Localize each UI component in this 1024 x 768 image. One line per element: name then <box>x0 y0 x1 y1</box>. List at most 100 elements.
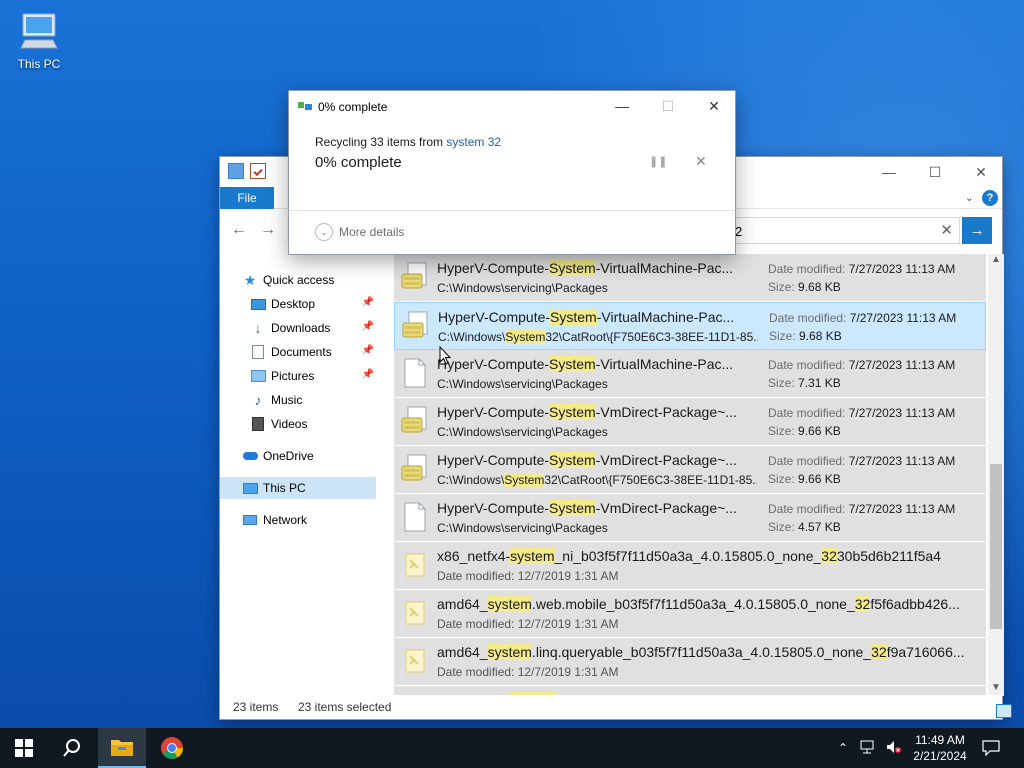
search-box[interactable]: ✕ <box>730 217 960 244</box>
meta-key: Size: <box>768 424 799 438</box>
pin-icon[interactable]: 📌 <box>362 369 374 380</box>
action-center-button[interactable] <box>968 728 1014 768</box>
result-row[interactable]: amd64_system.linq.queryable_b03f5f7f11d5… <box>394 638 986 686</box>
start-button[interactable] <box>0 728 48 768</box>
search-match-highlight: System <box>549 404 596 420</box>
result-row[interactable]: HyperV-Compute-System-VmDirect-Package~.… <box>394 398 986 446</box>
result-row[interactable]: HyperV-Compute-System-VmDirect-Package~.… <box>394 446 986 494</box>
pause-icon[interactable]: ❚❚ <box>649 155 667 168</box>
nav-this-pc[interactable]: This PC <box>220 477 376 499</box>
file-name: HyperV-Compute-System-VirtualMachine-Pac… <box>437 260 757 276</box>
file-size: Size: 9.68 KB <box>768 280 841 294</box>
nav-documents[interactable]: Documents 📌 <box>250 341 376 363</box>
scroll-thumb[interactable] <box>990 464 1002 629</box>
result-row[interactable]: HyperV-Compute-System-VmDirect-Package~.… <box>394 494 986 542</box>
dialog-title: 0% complete <box>318 100 388 114</box>
pin-icon[interactable]: 📌 <box>362 297 374 308</box>
search-go-button[interactable]: → <box>962 217 992 244</box>
large-icons-view-icon[interactable] <box>996 704 1012 718</box>
nav-downloads[interactable]: ↓ Downloads 📌 <box>250 317 376 339</box>
result-row[interactable]: amd64_system.web.mobile_b03f5f7f11d50a3a… <box>394 590 986 638</box>
nav-label: Documents <box>271 345 332 359</box>
meta-key: Size: <box>768 280 799 294</box>
search-button[interactable] <box>48 728 96 768</box>
arrow-right-icon: → <box>969 222 985 239</box>
result-row[interactable]: x86_netfx4-system_ni_b03f5f7f11d50a3a_4.… <box>394 542 986 590</box>
source-folder-link[interactable]: system 32 <box>446 135 501 149</box>
maximize-button[interactable]: ☐ <box>912 157 958 187</box>
nav-onedrive[interactable]: OneDrive <box>242 445 398 467</box>
close-icon[interactable]: ✕ <box>940 221 953 239</box>
file-tab[interactable]: File <box>220 187 274 209</box>
text-segment: f9a716066... <box>886 644 965 660</box>
system-tray: ⌃ <box>838 728 902 768</box>
taskbar-chrome[interactable] <box>148 728 196 768</box>
minimize-button[interactable]: — <box>599 91 645 121</box>
network-icon[interactable] <box>860 740 876 757</box>
text-segment: -VmDirect-Package~... <box>595 452 737 468</box>
more-details-button[interactable]: ⌄ More details <box>315 223 404 241</box>
chevron-down-icon[interactable]: ⌄ <box>965 191 974 204</box>
cancel-icon[interactable]: ✕ <box>695 153 707 170</box>
text-segment: HyperV-Compute- <box>437 356 550 372</box>
taskbar-file-explorer[interactable] <box>98 728 146 768</box>
folder-icon[interactable] <box>228 163 244 179</box>
search-input[interactable] <box>735 222 935 240</box>
back-arrow-icon[interactable]: ← <box>229 220 249 240</box>
meta-key: Date modified: <box>769 311 850 325</box>
meta-key: Size: <box>769 329 800 343</box>
close-button[interactable]: ✕ <box>958 157 1004 187</box>
file-name: HyperV-Compute-System-VirtualMachine-Pac… <box>437 356 757 372</box>
nav-pictures[interactable]: Pictures 📌 <box>250 365 376 387</box>
nav-videos[interactable]: Videos <box>250 413 376 435</box>
result-row[interactable]: HyperV-Compute-System-VirtualMachine-Pac… <box>394 302 986 350</box>
progress-percent-text: 0% complete <box>315 154 402 171</box>
pin-icon[interactable]: 📌 <box>362 345 374 356</box>
result-row[interactable]: HyperV-Compute-System-VirtualMachine-Pac… <box>394 350 986 398</box>
file-name: HyperV-Compute-System-VirtualMachine-Pac… <box>438 309 758 325</box>
scroll-down-icon[interactable]: ▼ <box>988 682 1004 696</box>
document-icon <box>400 358 428 388</box>
meta-value: 7.31 KB <box>798 376 841 390</box>
meta-value: 7/27/2023 11:13 AM <box>848 262 956 276</box>
minimize-button[interactable]: — <box>866 157 912 187</box>
cloud-icon <box>242 448 258 464</box>
music-icon: ♪ <box>254 392 262 408</box>
properties-icon[interactable] <box>250 163 266 179</box>
meta-value: 7/27/2023 11:13 AM <box>848 454 956 468</box>
nav-music[interactable]: ♪ Music <box>250 389 376 411</box>
selected-count: 23 items selected <box>298 700 392 714</box>
chevron-down-icon: ⌄ <box>315 223 333 241</box>
date-modified: Date modified: 12/7/2019 1:31 AM <box>437 569 619 583</box>
date-modified: Date modified: 7/27/2023 11:13 AM <box>768 502 955 516</box>
nav-quick-access[interactable]: ★ Quick access <box>242 269 398 291</box>
chrome-icon <box>161 737 183 759</box>
video-icon <box>250 416 266 432</box>
search-match-highlight: System <box>505 330 546 344</box>
package-icon <box>400 406 428 436</box>
text-segment: .linq.queryable_b03f5f7f11d50a3a_4.0.158… <box>531 644 872 660</box>
help-icon[interactable]: ? <box>982 190 998 206</box>
dialog-operation-text: Recycling 33 items from system 32 <box>315 135 501 149</box>
text-segment: C:\Windows\ <box>437 473 505 487</box>
desktop-icon-this-pc[interactable]: This PC <box>8 8 70 71</box>
nav-label: OneDrive <box>263 449 314 463</box>
item-count: 23 items <box>233 700 279 714</box>
nav-desktop[interactable]: Desktop 📌 <box>250 293 376 315</box>
nav-network[interactable]: Network <box>242 509 398 531</box>
search-match-highlight: system <box>487 644 532 660</box>
file-path: C:\Windows\servicing\Packages <box>437 377 757 391</box>
result-row[interactable]: HyperV-Compute-System-VirtualMachine-Pac… <box>394 254 986 302</box>
close-button[interactable]: ✕ <box>691 91 737 121</box>
forward-arrow-icon[interactable]: → <box>258 220 278 240</box>
vertical-scrollbar[interactable]: ▲ ▼ <box>988 254 1004 696</box>
chevron-up-icon[interactable]: ⌃ <box>838 741 848 755</box>
pictures-icon <box>250 368 266 384</box>
mouse-cursor-icon <box>439 346 451 365</box>
pin-icon[interactable]: 📌 <box>362 321 374 332</box>
date-modified: Date modified: 12/7/2019 1:31 AM <box>437 665 619 679</box>
search-match-highlight: System <box>504 473 545 487</box>
scroll-up-icon[interactable]: ▲ <box>988 254 1004 268</box>
folder-icon <box>111 740 133 756</box>
recycle-progress-dialog: 0% complete — ☐ ✕ Recycling 33 items fro… <box>288 90 736 255</box>
